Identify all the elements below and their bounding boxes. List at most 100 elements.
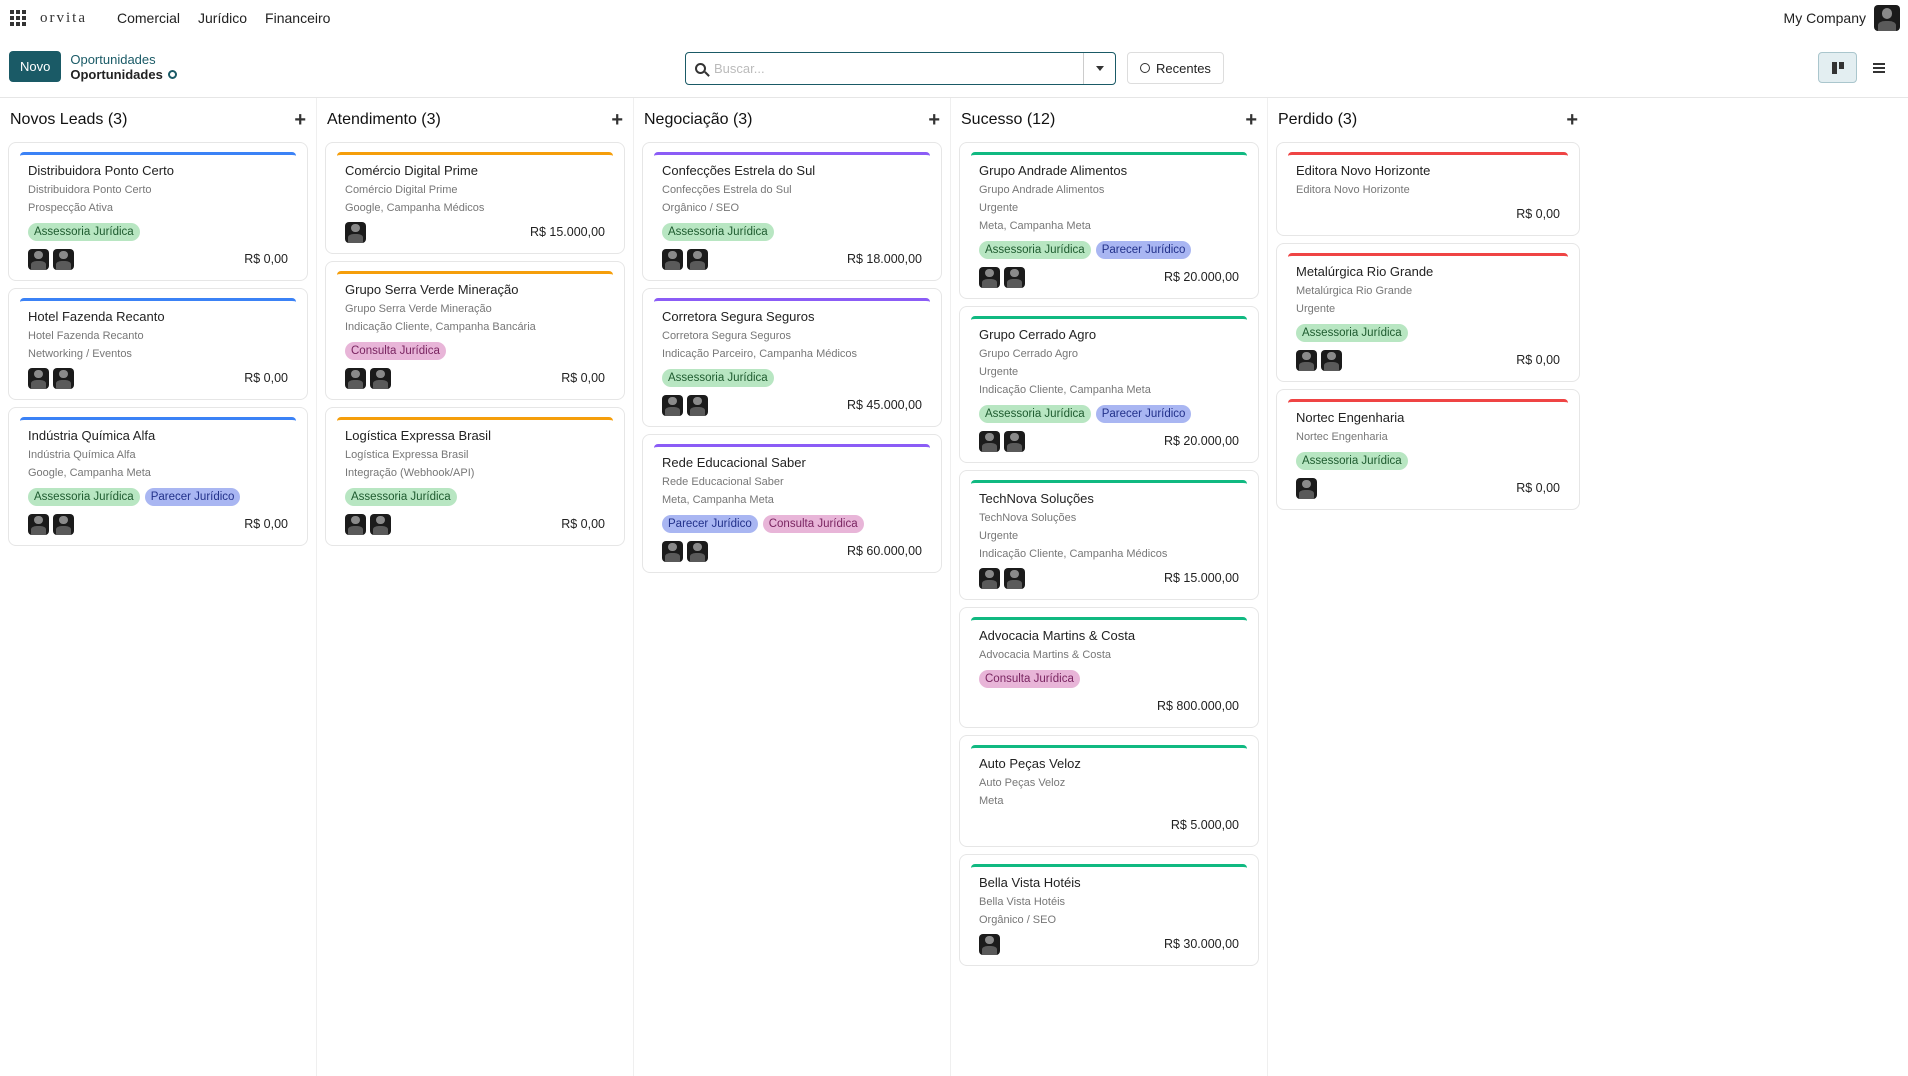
avatar[interactable] (979, 430, 1000, 452)
avatar[interactable] (1004, 567, 1025, 589)
avatar[interactable] (370, 513, 391, 535)
card-footer: R$ 0,00 (345, 512, 605, 536)
avatar[interactable] (979, 266, 1000, 288)
card-title: Hotel Fazenda Recanto (28, 309, 165, 324)
column-title[interactable]: Negociação (3) (644, 111, 753, 129)
card-footer: R$ 0,00 (345, 366, 605, 390)
avatar[interactable] (28, 248, 49, 270)
kanban-card[interactable]: Hotel Fazenda Recanto Hotel Fazenda Recan… (8, 288, 308, 400)
card-title: Nortec Engenharia (1296, 410, 1405, 425)
avatar[interactable] (979, 933, 1000, 955)
kanban-card[interactable]: Distribuidora Ponto Certo Distribuidora P… (8, 142, 308, 281)
avatar[interactable] (1296, 477, 1317, 499)
search-input[interactable] (714, 53, 1083, 84)
expected-revenue: R$ 60.000,00 (846, 544, 922, 558)
avatar[interactable] (53, 367, 74, 389)
tag-list: Assessoria Jurídica Parecer Jurídico (979, 241, 1239, 259)
avatar[interactable] (687, 248, 708, 270)
expected-revenue: R$ 5.000,00 (1170, 818, 1239, 832)
kanban-card[interactable]: TechNova Soluções TechNova Soluções Urgent… (959, 470, 1259, 600)
card-body: Corretora Segura Seguros Corretora Segura… (654, 298, 930, 417)
card-title: TechNova Soluções (979, 491, 1094, 506)
menu-juridico[interactable]: Jurídico (198, 10, 247, 26)
search-options-toggle[interactable] (1083, 53, 1115, 84)
avatar[interactable] (687, 540, 708, 562)
avatar[interactable] (1004, 430, 1025, 452)
kanban-card[interactable]: Logística Expressa Brasil Logística Expre… (325, 407, 625, 546)
company-switcher[interactable]: My Company (1784, 10, 1866, 26)
gear-icon[interactable] (167, 69, 177, 79)
card-body: Grupo Serra Verde Mineração Grupo Serra V… (337, 271, 613, 390)
expected-revenue: R$ 45.000,00 (846, 398, 922, 412)
apps-grid-icon[interactable] (10, 10, 26, 26)
kanban-card[interactable]: Confecções Estrela do Sul Confecções Estr… (642, 142, 942, 281)
card-detail: Indicação Parceiro, Campanha Médicos (662, 348, 858, 360)
card-detail: Orgânico / SEO (979, 914, 1057, 926)
breadcrumb-parent[interactable]: Oportunidades (70, 52, 176, 67)
avatar[interactable] (28, 513, 49, 535)
column-title[interactable]: Novos Leads (3) (10, 111, 127, 129)
avatar[interactable] (662, 248, 683, 270)
add-card-icon[interactable]: + (1566, 110, 1578, 130)
brand-logo[interactable]: orvita (40, 10, 87, 27)
add-card-icon[interactable]: + (611, 110, 623, 130)
kanban-card[interactable]: Indústria Química Alfa Indústria Química … (8, 407, 308, 546)
avatar[interactable] (345, 367, 366, 389)
kanban-card[interactable]: Grupo Andrade Alimentos Grupo Andrade Ali… (959, 142, 1259, 299)
add-card-icon[interactable]: + (294, 110, 306, 130)
column-title[interactable]: Sucesso (12) (961, 111, 1055, 129)
avatar[interactable] (53, 248, 74, 270)
card-title: Editora Novo Horizonte (1296, 163, 1431, 178)
add-card-icon[interactable]: + (1245, 110, 1257, 130)
avatar[interactable] (345, 513, 366, 535)
card-title: Rede Educacional Saber (662, 455, 806, 470)
avatar[interactable] (370, 367, 391, 389)
card-detail: Grupo Serra Verde Mineração (345, 303, 492, 315)
avatar[interactable] (662, 394, 683, 416)
menu-financeiro[interactable]: Financeiro (265, 10, 330, 26)
menu-comercial[interactable]: Comercial (117, 10, 180, 26)
avatar[interactable] (662, 540, 683, 562)
avatar[interactable] (345, 221, 366, 243)
kanban-card[interactable]: Corretora Segura Seguros Corretora Segura… (642, 288, 942, 427)
tag-list: Assessoria Jurídica Parecer Jurídico (979, 405, 1239, 423)
recent-button[interactable]: Recentes (1127, 52, 1224, 84)
kanban-card[interactable]: Comércio Digital Prime Comércio Digital P… (325, 142, 625, 254)
card-detail: Meta, Campanha Meta (662, 494, 774, 506)
control-panel: Novo Oportunidades Oportunidades Recente… (0, 36, 1908, 98)
card-body: Indústria Química Alfa Indústria Química … (20, 417, 296, 536)
avatar[interactable] (1296, 349, 1317, 371)
user-avatar[interactable] (1874, 5, 1900, 31)
tag-badge: Assessoria Jurídica (28, 488, 140, 506)
kanban-card[interactable]: Bella Vista Hotéis Bella Vista Hotéis Orgâ… (959, 854, 1259, 966)
column-title[interactable]: Perdido (3) (1278, 111, 1357, 129)
avatar[interactable] (1321, 349, 1342, 371)
kanban-card[interactable]: Metalúrgica Rio Grande Metalúrgica Rio Gr… (1276, 243, 1580, 382)
search-icon (694, 63, 706, 74)
avatar[interactable] (687, 394, 708, 416)
avatar[interactable] (1004, 266, 1025, 288)
kanban-card[interactable]: Editora Novo Horizonte Editora Novo Horiz… (1276, 142, 1580, 236)
list-view-button[interactable] (1859, 52, 1898, 83)
card-title: Grupo Andrade Alimentos (979, 163, 1128, 178)
column-title[interactable]: Atendimento (3) (327, 111, 441, 129)
add-card-icon[interactable]: + (928, 110, 940, 130)
kanban-card[interactable]: Auto Peças Veloz Auto Peças Veloz Meta R$ 5… (959, 735, 1259, 847)
avatar[interactable] (53, 513, 74, 535)
card-body: TechNova Soluções TechNova Soluções Urgent… (971, 480, 1247, 590)
kanban-card[interactable]: Grupo Serra Verde Mineração Grupo Serra V… (325, 261, 625, 400)
card-detail: Prospecção Ativa (28, 202, 113, 214)
assignees (1296, 349, 1342, 371)
new-button[interactable]: Novo (9, 51, 62, 82)
tag-list: Parecer Jurídico Consulta Jurídica (662, 515, 922, 533)
kanban-card[interactable]: Rede Educacional Saber Rede Educacional S… (642, 434, 942, 573)
kanban-view-button[interactable] (1818, 52, 1857, 83)
kanban-card[interactable]: Nortec Engenharia Nortec Engenharia Assess… (1276, 389, 1580, 510)
avatar[interactable] (28, 367, 49, 389)
kanban-card[interactable]: Grupo Cerrado Agro Grupo Cerrado Agro Urge… (959, 306, 1259, 463)
kanban-column: Novos Leads (3) + Distribuidora Ponto Cert… (0, 98, 317, 1076)
avatar[interactable] (979, 567, 1000, 589)
tag-badge: Parecer Jurídico (144, 488, 241, 506)
column-header: Negociação (3) + (642, 98, 942, 142)
kanban-card[interactable]: Advocacia Martins & Costa Advocacia Marti… (959, 607, 1259, 728)
